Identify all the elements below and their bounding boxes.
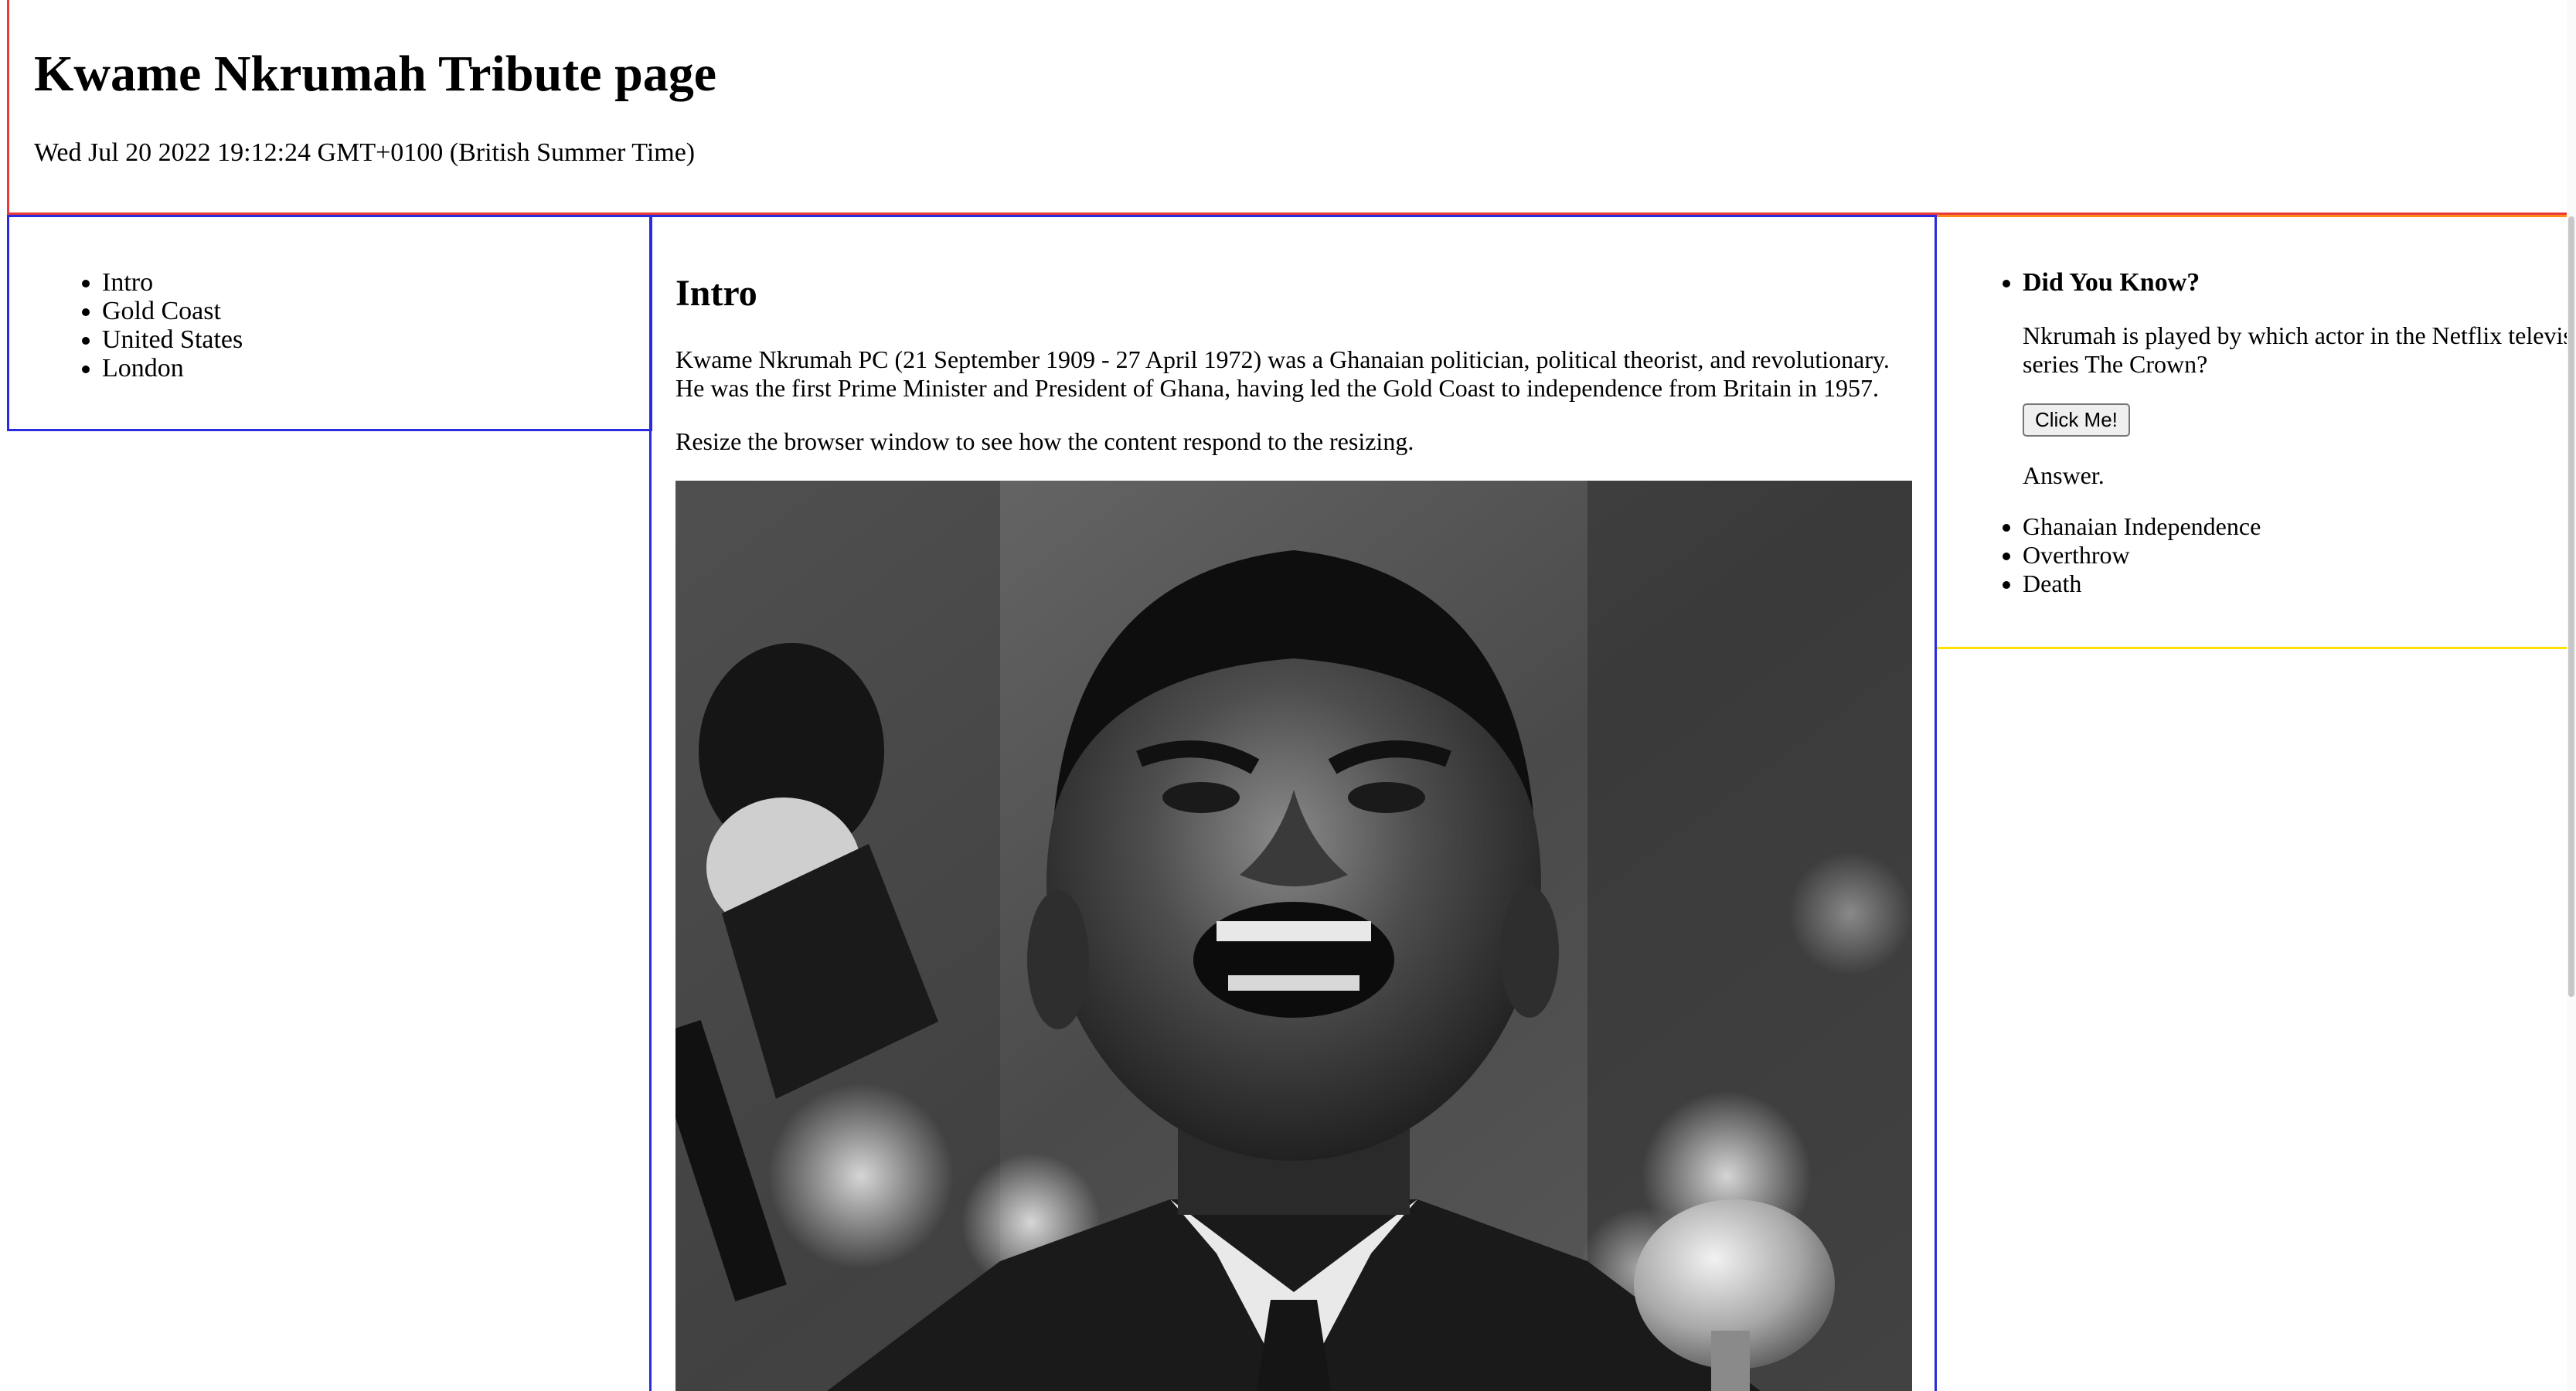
page-date: Wed Jul 20 2022 19:12:24 GMT+0100 (Briti…: [34, 138, 696, 167]
event-item-death[interactable]: Death: [2023, 570, 2261, 598]
right-sidebar: Did You Know? Nkrumah is played by which…: [1937, 215, 2576, 649]
click-me-button[interactable]: Click Me!: [2023, 403, 2130, 437]
did-you-know-item: Did You Know? Nkrumah is played by which…: [2023, 268, 2576, 490]
scrollbar-thumb[interactable]: [2568, 216, 2574, 997]
did-you-know-title: Did You Know?: [2023, 268, 2200, 297]
vertical-scrollbar[interactable]: [2567, 0, 2576, 1391]
nav-item-united-states[interactable]: United States: [102, 325, 243, 354]
trivia-question: Nkrumah is played by which actor in the …: [2023, 321, 2576, 378]
page: Kwame Nkrumah Tribute page Wed Jul 20 20…: [0, 0, 2576, 1391]
bio-paragraph: Kwame Nkrumah PC (21 September 1909 - 27…: [675, 345, 1890, 402]
answer-text: Answer.: [2023, 461, 2105, 489]
events-list: Ghanaian Independence Overthrow Death: [1937, 512, 2261, 598]
nav-list: Intro Gold Coast United States London: [37, 268, 243, 383]
section-heading: Intro: [675, 273, 757, 314]
nav-item-gold-coast[interactable]: Gold Coast: [102, 297, 243, 325]
nav-item-intro[interactable]: Intro: [102, 268, 243, 297]
portrait-image: [675, 481, 1912, 1391]
nav-item-london[interactable]: London: [102, 354, 243, 383]
main-content: Intro Kwame Nkrumah PC (21 September 190…: [649, 215, 1937, 1391]
resize-note: Resize the browser window to see how the…: [675, 427, 1414, 455]
did-you-know-list: Did You Know? Nkrumah is played by which…: [1937, 268, 2576, 490]
page-title: Kwame Nkrumah Tribute page: [34, 46, 717, 102]
header: Kwame Nkrumah Tribute page Wed Jul 20 20…: [7, 0, 2567, 215]
event-item-independence[interactable]: Ghanaian Independence: [2023, 512, 2261, 541]
left-nav: Intro Gold Coast United States London: [7, 215, 652, 431]
event-item-overthrow[interactable]: Overthrow: [2023, 541, 2261, 570]
